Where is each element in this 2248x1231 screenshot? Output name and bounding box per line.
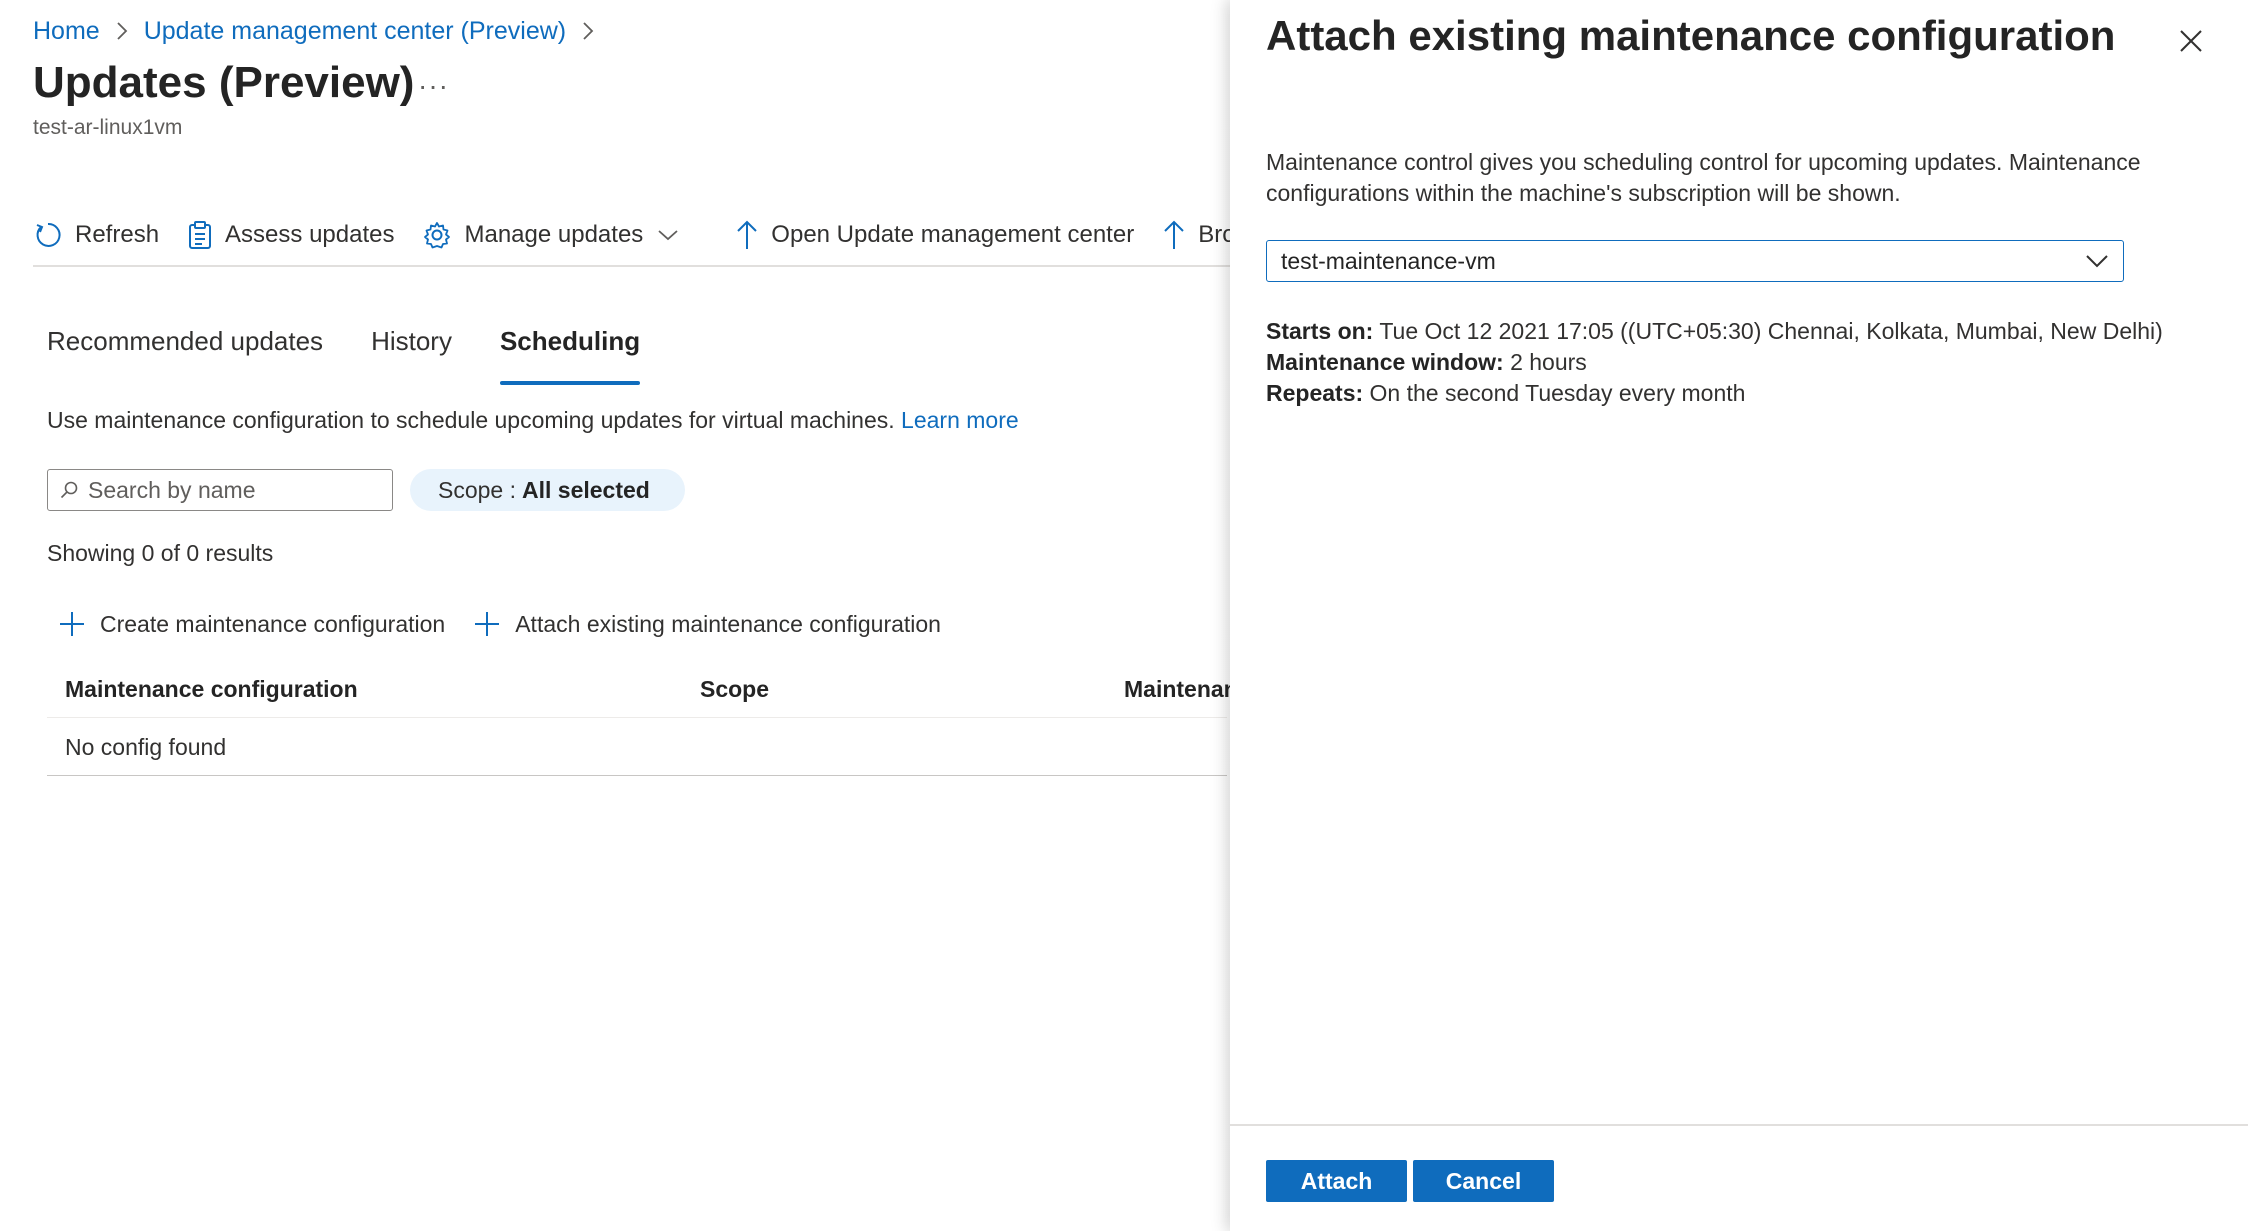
assess-updates-button[interactable]: Assess updates (187, 220, 394, 250)
repeats-value: On the second Tuesday every month (1369, 380, 1746, 406)
more-options-button[interactable]: ··· (418, 70, 449, 102)
grid-empty-row: No config found (47, 720, 1227, 776)
breadcrumb: Home Update management center (Preview) (33, 14, 610, 48)
grid-actions: Create maintenance configuration Attach … (58, 610, 969, 638)
cancel-button[interactable]: Cancel (1413, 1160, 1554, 1202)
panel-title: Attach existing maintenance configuratio… (1266, 12, 2116, 59)
assess-updates-label: Assess updates (225, 221, 395, 248)
repeats-row: Repeats: On the second Tuesday every mon… (1266, 378, 2163, 409)
create-maintenance-configuration-button[interactable]: Create maintenance configuration (58, 610, 445, 638)
maintenance-window-row: Maintenance window: 2 hours (1266, 347, 2163, 378)
attach-button[interactable]: Attach (1266, 1160, 1407, 1202)
search-icon (60, 481, 78, 499)
tab-scheduling[interactable]: Scheduling (499, 326, 641, 385)
search-input[interactable] (88, 476, 368, 504)
open-update-center-label: Open Update management center (771, 221, 1135, 248)
refresh-label: Refresh (75, 221, 160, 248)
scope-filter-value: All selected (522, 476, 650, 503)
create-maintenance-configuration-label: Create maintenance configuration (100, 610, 446, 637)
tab-list: Recommended updates History Scheduling (47, 326, 688, 385)
plus-icon (473, 610, 501, 638)
plus-icon (58, 610, 86, 638)
breadcrumb-update-center-link[interactable]: Update management center (Preview) (144, 17, 566, 46)
column-header-maintenance-configuration[interactable]: Maintenance configuration (65, 676, 358, 703)
open-update-center-button[interactable]: Open Update management center (735, 219, 1134, 251)
maintenance-configuration-dropdown[interactable]: test-maintenance-vm (1266, 240, 2124, 282)
manage-updates-label: Manage updates (464, 221, 644, 248)
close-icon (2179, 29, 2203, 53)
panel-footer-divider (1230, 1124, 2248, 1126)
panel-description: Maintenance control gives you scheduling… (1266, 149, 2141, 206)
toolbar-divider-line (33, 265, 1233, 267)
arrow-up-icon (1162, 219, 1186, 251)
breadcrumb-home-link[interactable]: Home (33, 17, 100, 46)
chevron-right-icon (582, 21, 594, 41)
refresh-icon (33, 220, 63, 250)
chevron-down-icon (2085, 254, 2109, 268)
scheduling-description-text: Use maintenance configuration to schedul… (47, 407, 895, 433)
manage-updates-button[interactable]: Manage updates (422, 220, 679, 250)
attach-maintenance-configuration-label: Attach existing maintenance configuratio… (515, 610, 941, 637)
clipboard-icon (187, 220, 213, 250)
starts-on-row: Starts on: Tue Oct 12 2021 17:05 ((UTC+0… (1266, 316, 2163, 347)
command-bar: Refresh Assess updates Manage updates Op… (33, 210, 1265, 260)
refresh-button[interactable]: Refresh (33, 220, 159, 250)
scope-filter-pill[interactable]: Scope : All selected (410, 469, 685, 511)
arrow-up-icon (735, 219, 759, 251)
search-box[interactable] (47, 469, 393, 511)
configuration-details: Starts on: Tue Oct 12 2021 17:05 ((UTC+0… (1266, 316, 2163, 409)
grid-header: Maintenance configuration Scope Maintena… (47, 668, 1238, 718)
repeats-label: Repeats: (1266, 380, 1364, 406)
resource-name: test-ar-linux1vm (33, 116, 183, 139)
gear-icon (422, 220, 452, 250)
empty-message: No config found (65, 734, 227, 760)
maintenance-window-value: 2 hours (1510, 349, 1587, 375)
starts-on-label: Starts on: (1266, 318, 1374, 344)
page-title: Updates (Preview) (33, 58, 415, 107)
maintenance-window-label: Maintenance window: (1266, 349, 1504, 375)
close-button[interactable] (2176, 26, 2206, 56)
starts-on-value: Tue Oct 12 2021 17:05 ((UTC+05:30) Chenn… (1379, 318, 2163, 344)
scheduling-description: Use maintenance configuration to schedul… (47, 407, 1019, 434)
tab-history[interactable]: History (371, 326, 452, 374)
attach-maintenance-configuration-button[interactable]: Attach existing maintenance configuratio… (473, 610, 941, 638)
attach-configuration-panel: Attach existing maintenance configuratio… (1230, 0, 2248, 1231)
chevron-down-icon (657, 228, 679, 242)
learn-more-link[interactable]: Learn more (901, 407, 1019, 433)
tab-recommended-updates[interactable]: Recommended updates (47, 326, 323, 374)
selected-configuration: test-maintenance-vm (1281, 247, 1496, 274)
results-count: Showing 0 of 0 results (47, 540, 274, 566)
column-header-scope[interactable]: Scope (700, 676, 769, 703)
chevron-right-icon (116, 21, 128, 41)
scope-filter-label: Scope : (438, 476, 516, 503)
